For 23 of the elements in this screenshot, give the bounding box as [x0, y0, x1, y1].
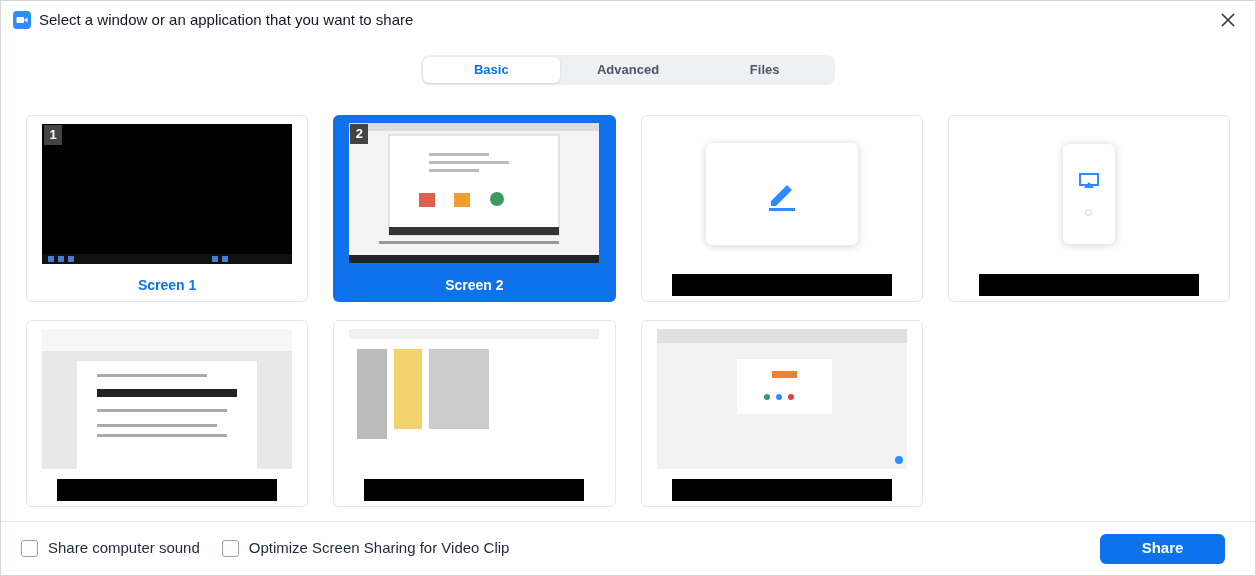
tab[interactable]: Basic: [423, 57, 560, 83]
share-option-card[interactable]: [333, 320, 616, 507]
camera-app-icon: [13, 11, 31, 29]
share-option-card[interactable]: 2 Screen 2: [333, 115, 616, 302]
share-option-card[interactable]: [640, 320, 923, 507]
checkbox[interactable]: [221, 540, 239, 557]
checkbox-label: Optimize Screen Sharing for Video Clip: [248, 538, 510, 559]
screen-number: 2: [350, 124, 369, 144]
screen-cast-icon: [1078, 172, 1099, 189]
option-label: Screen 1: [137, 275, 197, 295]
tab[interactable]: Advanced: [559, 57, 697, 83]
share-option-card[interactable]: [26, 320, 309, 507]
share-button[interactable]: Share: [1100, 533, 1225, 564]
screen-number: 1: [44, 125, 62, 145]
checkbox[interactable]: [21, 540, 38, 557]
checkbox-label: Share computer sound: [48, 538, 200, 559]
share-option-card[interactable]: 1 Screen 1: [26, 115, 309, 302]
option-label: Screen 2: [445, 275, 504, 295]
tab[interactable]: Files: [696, 57, 833, 83]
share-option-card[interactable]: [947, 115, 1230, 302]
share-option-card[interactable]: [640, 115, 923, 302]
window-title: Select a window or an application that you want to share: [39, 9, 414, 30]
close-icon[interactable]: [1221, 13, 1235, 27]
